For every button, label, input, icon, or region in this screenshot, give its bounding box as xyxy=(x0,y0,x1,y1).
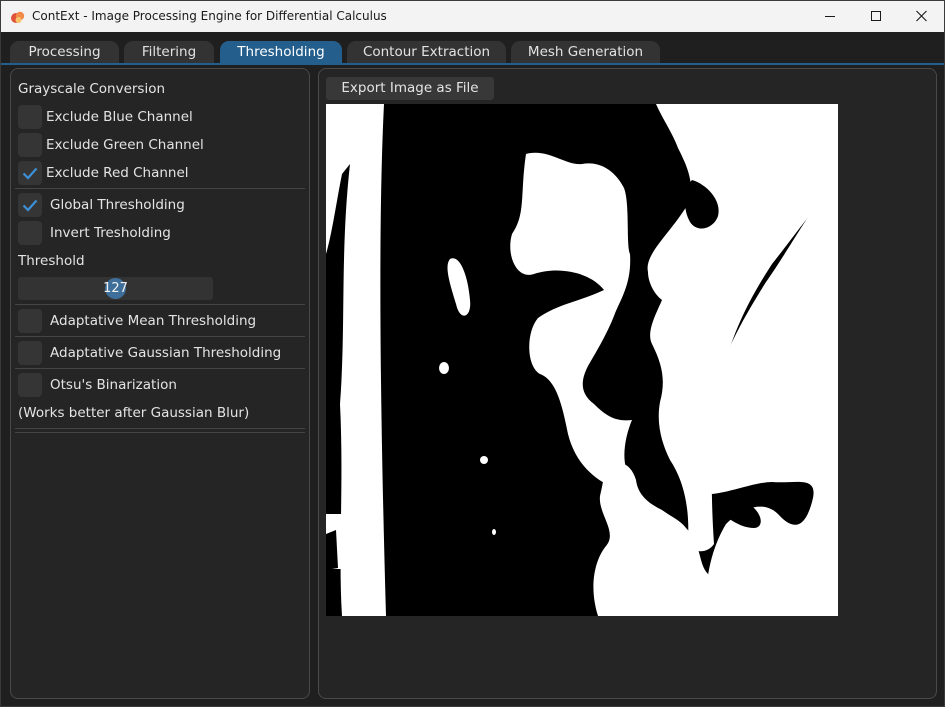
window-title: ContExt - Image Processing Engine for Di… xyxy=(32,9,387,23)
tab-mesh-generation[interactable]: Mesh Generation xyxy=(511,41,660,64)
otsu-checkbox[interactable] xyxy=(18,373,42,397)
threshold-options-panel: Grayscale Conversion Exclude Blue Channe… xyxy=(10,68,310,699)
close-button[interactable] xyxy=(899,1,944,32)
invert-thresholding-checkbox[interactable] xyxy=(18,221,42,245)
exclude-green-checkbox[interactable] xyxy=(18,133,42,157)
tab-underline xyxy=(1,63,944,65)
app-window: ContExt - Image Processing Engine for Di… xyxy=(0,0,945,707)
exclude-red-checkbox[interactable] xyxy=(18,161,42,185)
tab-bar: Processing Filtering Thresholding Contou… xyxy=(1,32,944,65)
invert-thresholding-label[interactable]: Invert Tresholding xyxy=(50,225,171,242)
otsu-label[interactable]: Otsu's Binarization xyxy=(50,377,177,394)
divider xyxy=(15,368,305,369)
image-preview-panel: Export Image as File xyxy=(318,68,937,699)
export-image-button[interactable]: Export Image as File xyxy=(326,77,494,100)
global-thresholding-checkbox[interactable] xyxy=(18,193,42,217)
tab-filtering[interactable]: Filtering xyxy=(124,41,214,64)
adaptive-gaussian-label[interactable]: Adaptative Gaussian Thresholding xyxy=(50,345,281,362)
maximize-button[interactable] xyxy=(853,1,899,32)
exclude-blue-label[interactable]: Exclude Blue Channel xyxy=(46,109,193,126)
divider xyxy=(15,432,305,433)
divider xyxy=(15,336,305,337)
title-bar: ContExt - Image Processing Engine for Di… xyxy=(1,1,944,32)
exclude-red-label[interactable]: Exclude Red Channel xyxy=(46,165,189,182)
threshold-label: Threshold xyxy=(18,253,85,269)
tab-thresholding[interactable]: Thresholding xyxy=(220,41,342,64)
thresholded-image xyxy=(326,104,838,616)
global-thresholding-label[interactable]: Global Thresholding xyxy=(50,197,185,214)
threshold-value: 127 xyxy=(103,281,128,296)
tab-contour-extraction[interactable]: Contour Extraction xyxy=(347,41,506,64)
app-logo-icon xyxy=(10,9,26,25)
adaptive-mean-checkbox[interactable] xyxy=(18,309,42,333)
exclude-green-label[interactable]: Exclude Green Channel xyxy=(46,137,204,154)
exclude-blue-checkbox[interactable] xyxy=(18,105,42,129)
tab-processing[interactable]: Processing xyxy=(10,41,119,64)
divider xyxy=(15,304,305,305)
otsu-note: (Works better after Gaussian Blur) xyxy=(18,405,250,421)
grayscale-heading: Grayscale Conversion xyxy=(18,81,166,97)
adaptive-gaussian-checkbox[interactable] xyxy=(18,341,42,365)
threshold-slider[interactable]: 127 xyxy=(18,277,213,300)
minimize-button[interactable] xyxy=(807,1,853,32)
adaptive-mean-label[interactable]: Adaptative Mean Thresholding xyxy=(50,313,256,330)
divider xyxy=(15,428,305,429)
divider xyxy=(15,188,305,189)
